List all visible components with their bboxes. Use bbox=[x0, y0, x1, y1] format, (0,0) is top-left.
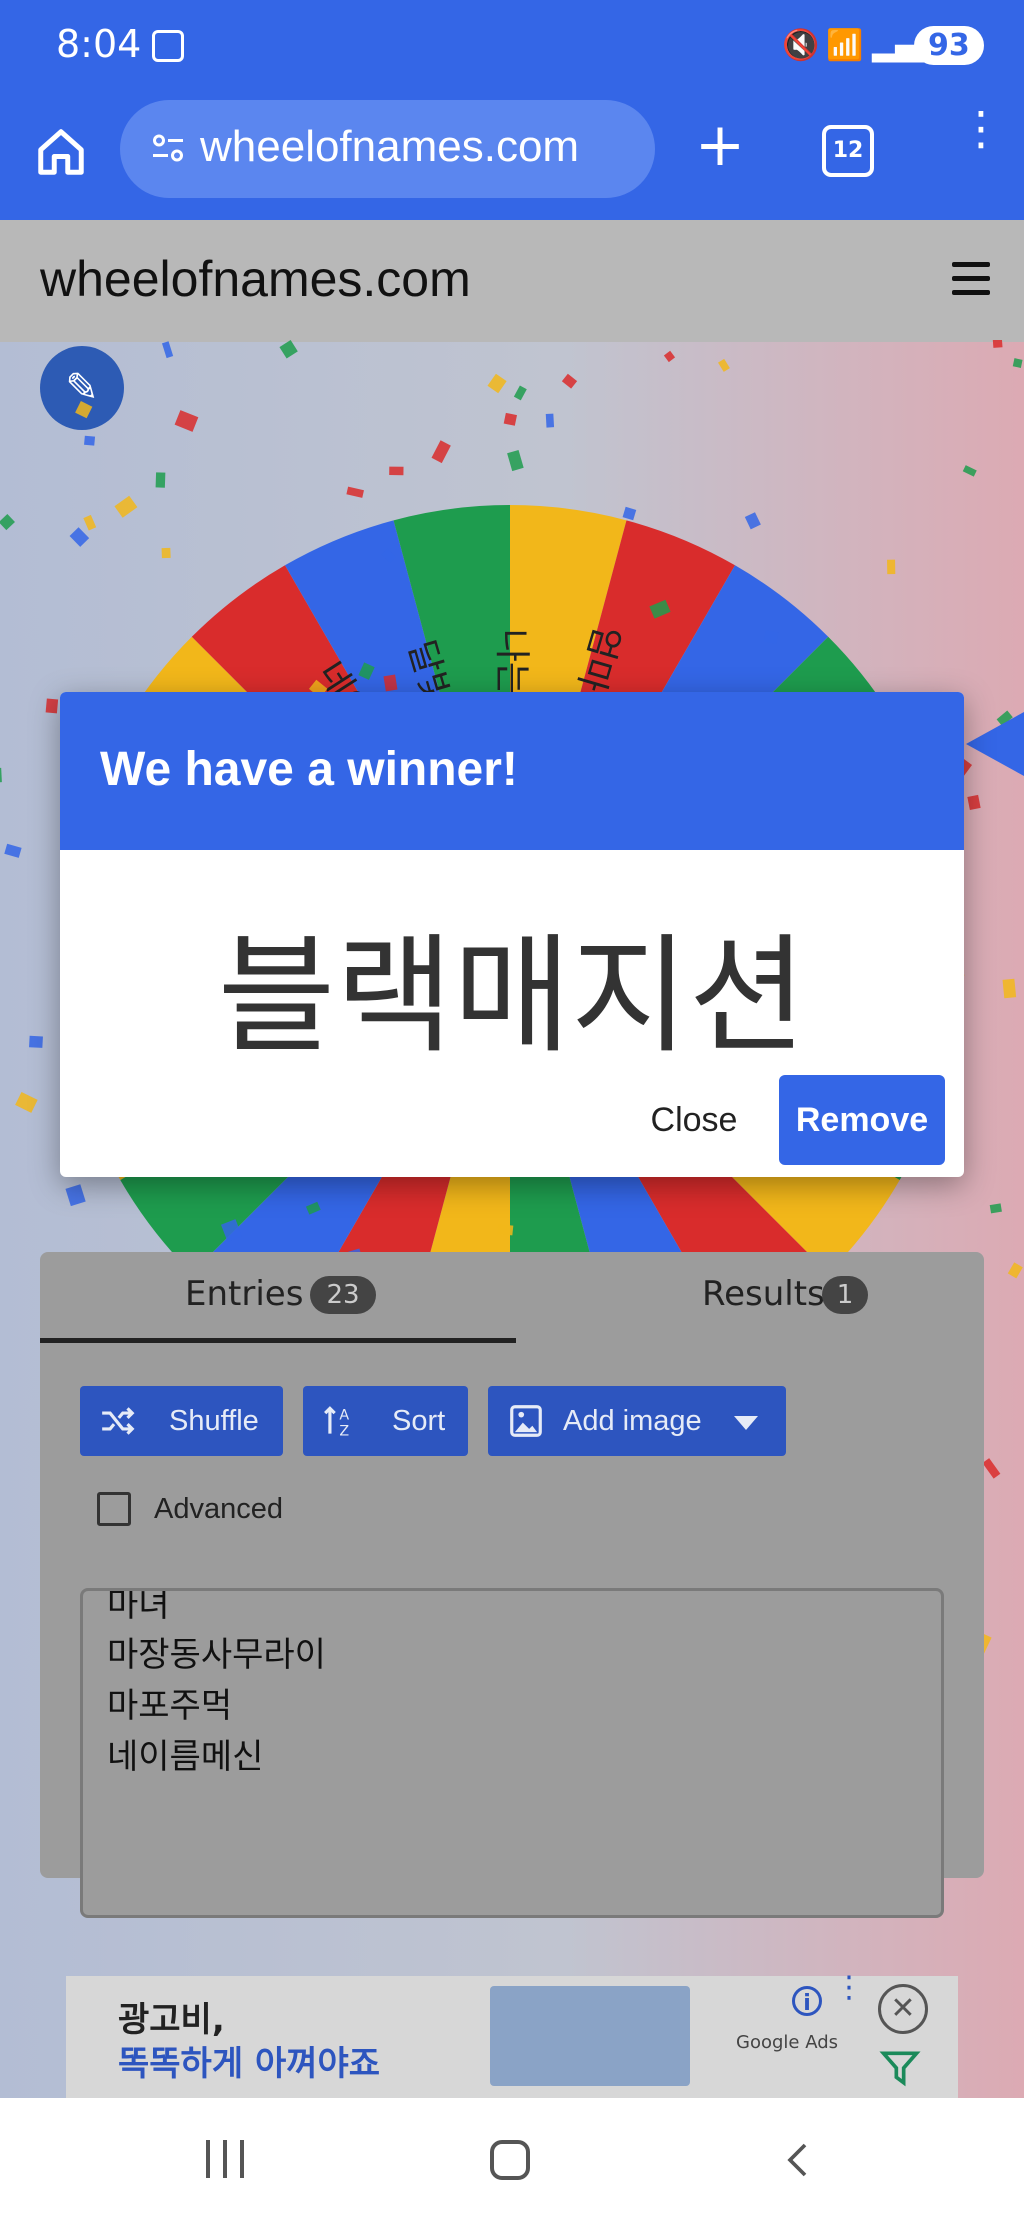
dialog-header: We have a winner! bbox=[60, 692, 964, 850]
new-tab-icon[interactable]: + bbox=[693, 115, 747, 175]
confetti-piece bbox=[962, 465, 977, 477]
confetti-piece bbox=[155, 472, 166, 488]
browser-menu-icon[interactable]: ⋮ bbox=[958, 105, 1004, 178]
hamburger-menu-icon[interactable] bbox=[952, 262, 990, 296]
confetti-piece bbox=[4, 843, 22, 858]
confetti-piece bbox=[161, 341, 174, 359]
recents-icon[interactable] bbox=[206, 2140, 246, 2178]
add-image-button[interactable]: Add image bbox=[488, 1386, 786, 1456]
ad-funnel-icon bbox=[879, 2051, 921, 2087]
confetti-piece bbox=[431, 440, 451, 464]
ad-info-icon[interactable]: i bbox=[792, 1986, 822, 2016]
entry-line: 마장동사무라이 bbox=[107, 1635, 326, 1675]
remove-button[interactable]: Remove bbox=[779, 1075, 945, 1165]
svg-text:Z: Z bbox=[339, 1423, 349, 1439]
wifi-icon: 📶 bbox=[826, 28, 864, 63]
site-brand[interactable]: wheelofnames.com bbox=[40, 250, 471, 308]
confetti-piece bbox=[545, 413, 555, 428]
ad-banner[interactable]: 광고비, 똑똑하게 아껴야죠 i ⋮ Google Ads ✕ bbox=[66, 1973, 958, 2098]
tab-entries-label: Entries bbox=[185, 1274, 304, 1314]
confetti-piece bbox=[989, 1203, 1002, 1214]
system-nav-bar bbox=[0, 2098, 1024, 2218]
entries-textarea[interactable]: 마녀 마장동사무라이 마포주먹 네이름메신 bbox=[80, 1588, 944, 1918]
confetti-piece bbox=[389, 466, 404, 476]
add-image-label: Add image bbox=[563, 1405, 702, 1437]
confetti-piece bbox=[1002, 978, 1017, 999]
confetti-piece bbox=[279, 340, 298, 359]
url-text[interactable]: wheelofnames.com bbox=[200, 122, 579, 172]
entries-count-badge: 23 bbox=[310, 1276, 376, 1314]
confetti-piece bbox=[1007, 1262, 1023, 1279]
status-time: 8:04 bbox=[56, 22, 142, 66]
ad-brand: Google Ads bbox=[736, 2032, 838, 2053]
site-header: wheelofnames.com bbox=[0, 220, 1024, 342]
confetti-piece bbox=[503, 412, 517, 426]
close-button[interactable]: Close bbox=[616, 1075, 772, 1165]
winner-name: 블랙매지션 bbox=[217, 922, 807, 1071]
confetti-piece bbox=[1012, 358, 1023, 368]
ad-line1: 광고비, bbox=[118, 2000, 225, 2040]
tab-entries[interactable]: Entries 23 bbox=[40, 1252, 516, 1343]
confetti-piece bbox=[663, 350, 676, 363]
entry-line: 마녀 bbox=[107, 1588, 170, 1625]
battery-level: 93 bbox=[914, 26, 984, 65]
wheel-pointer bbox=[966, 712, 1024, 776]
shuffle-icon bbox=[102, 1407, 135, 1435]
entries-panel: Entries 23 Results 1 Shuffle A Z Sort Ad… bbox=[40, 1252, 984, 1918]
entry-line: 네이름메신 bbox=[107, 1737, 264, 1777]
confetti-piece bbox=[561, 373, 578, 389]
confetti-piece bbox=[84, 435, 96, 446]
dialog-title: We have a winner! bbox=[100, 743, 518, 796]
confetti-piece bbox=[15, 1091, 38, 1113]
svg-text:A: A bbox=[339, 1407, 349, 1423]
home-icon[interactable] bbox=[34, 125, 88, 179]
shuffle-button[interactable]: Shuffle bbox=[80, 1386, 283, 1456]
home-nav-icon[interactable] bbox=[490, 2140, 530, 2180]
confetti-piece bbox=[0, 767, 2, 783]
tab-results-label: Results bbox=[702, 1274, 825, 1314]
site-settings-icon[interactable] bbox=[150, 130, 186, 166]
image-icon bbox=[510, 1405, 542, 1437]
advanced-label: Advanced bbox=[154, 1493, 283, 1525]
checkbox-box[interactable] bbox=[97, 1492, 131, 1526]
shuffle-label: Shuffle bbox=[169, 1405, 259, 1437]
confetti-piece bbox=[718, 358, 730, 372]
confetti-piece bbox=[982, 1458, 1001, 1479]
tab-switcher-button[interactable]: 12 bbox=[822, 125, 874, 177]
entry-line: 마포주먹 bbox=[107, 1686, 233, 1726]
sort-icon: A Z bbox=[324, 1406, 349, 1439]
edit-pencil-button[interactable]: ✎ bbox=[40, 346, 124, 430]
ad-image[interactable] bbox=[490, 1986, 690, 2086]
sort-button[interactable]: A Z Sort bbox=[303, 1386, 468, 1456]
confetti-piece bbox=[967, 794, 981, 811]
chevron-down-icon[interactable] bbox=[734, 1416, 758, 1430]
winner-dialog: We have a winner! 블랙매지션 Close Remove bbox=[60, 692, 964, 1177]
back-icon[interactable] bbox=[780, 2138, 820, 2182]
ad-more-icon[interactable]: ⋮ bbox=[834, 1973, 864, 2016]
confetti-piece bbox=[487, 373, 507, 394]
address-bar[interactable]: wheelofnames.com bbox=[120, 100, 655, 198]
status-bar: 8:04 🔇 📶 ▂▄▆ 93 bbox=[0, 0, 1024, 95]
tab-results[interactable]: Results 1 bbox=[516, 1252, 984, 1338]
confetti-piece bbox=[513, 385, 527, 401]
sort-label: Sort bbox=[392, 1405, 446, 1437]
mute-icon: 🔇 bbox=[782, 28, 820, 63]
screen-record-icon bbox=[152, 30, 184, 62]
confetti-piece bbox=[346, 486, 364, 498]
confetti-piece bbox=[174, 410, 199, 432]
confetti-piece bbox=[507, 449, 524, 472]
confetti-piece bbox=[0, 513, 15, 531]
ad-line2: 똑똑하게 아껴야죠 bbox=[118, 2044, 381, 2084]
confetti-piece bbox=[29, 1035, 43, 1048]
confetti-piece bbox=[45, 698, 59, 714]
ad-close-icon[interactable]: ✕ bbox=[878, 1984, 928, 2034]
results-count-badge: 1 bbox=[822, 1276, 868, 1314]
